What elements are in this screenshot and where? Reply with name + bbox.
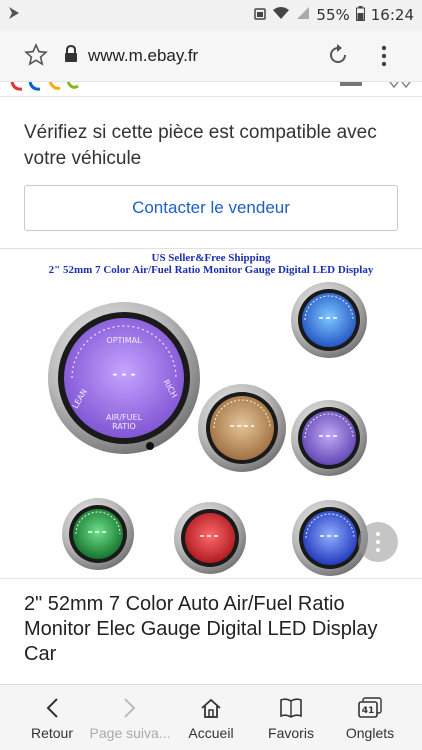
battery-percent: 55%: [316, 6, 350, 24]
nav-forward-label: Page suiva...: [89, 725, 171, 741]
blue-gauge: [291, 282, 367, 358]
wifi-icon: [272, 6, 290, 24]
home-icon: [201, 698, 221, 718]
amber-gauge: [198, 384, 286, 472]
battery-saver-icon: [254, 6, 267, 24]
tab-count: 41: [362, 706, 375, 716]
gauges-illustration: OPTIMAL LEAN RICH - - - AIR/FUEL RATIO: [48, 282, 368, 576]
nav-back-button[interactable]: Retour: [10, 685, 94, 750]
green-gauge: [62, 498, 134, 570]
signal-icon: [296, 6, 310, 24]
notification-icon: [8, 6, 20, 24]
menu-icon[interactable]: [380, 45, 388, 72]
product-title: 2" 52mm 7 Color Auto Air/Fuel Ratio Moni…: [24, 593, 378, 665]
back-arrow-icon: [46, 698, 58, 718]
tabs-icon: 41: [358, 697, 382, 718]
nav-forward-button[interactable]: Page suiva...: [88, 685, 172, 750]
image-more-button[interactable]: [358, 522, 398, 562]
clock: 16:24: [370, 6, 414, 24]
compatibility-text: Vérifiez si cette pièce est compatible a…: [24, 122, 377, 169]
nav-favorites-label: Favoris: [268, 725, 314, 741]
book-icon: [280, 698, 302, 718]
divider: [0, 96, 422, 97]
deep-blue-gauge: [292, 500, 368, 576]
lock-icon: [64, 44, 78, 68]
nav-favorites-button[interactable]: Favoris: [249, 685, 333, 750]
red-gauge: [174, 502, 246, 574]
status-bar: 55% 16:24: [0, 0, 422, 30]
nav-home-label: Accueil: [188, 725, 234, 741]
gauge-optimal-label: OPTIMAL: [106, 336, 142, 345]
bookmark-star-icon[interactable]: [24, 43, 48, 72]
url-text[interactable]: www.m.ebay.fr: [88, 46, 198, 66]
nav-tabs-label: Onglets: [345, 725, 395, 741]
product-image[interactable]: US Seller&Free Shipping 2" 52mm 7 Color …: [24, 250, 398, 578]
gauge-readout: - - -: [112, 367, 135, 381]
address-bar: www.m.ebay.fr: [0, 30, 422, 82]
reload-icon[interactable]: [326, 43, 350, 72]
nav-back-label: Retour: [30, 725, 74, 741]
gauge-airfuel-label: AIR/FUEL: [106, 413, 143, 422]
battery-icon: [355, 5, 365, 25]
gauge-ratio-label: RATIO: [112, 422, 136, 431]
nav-home-button[interactable]: Accueil: [169, 685, 253, 750]
violet-gauge: [291, 400, 367, 476]
forward-arrow-icon: [124, 698, 136, 718]
large-purple-gauge: OPTIMAL LEAN RICH - - - AIR/FUEL RATIO: [48, 302, 200, 454]
ebay-logo[interactable]: [0, 82, 422, 96]
nav-tabs-button[interactable]: 41 Onglets: [328, 685, 412, 750]
contact-seller-button[interactable]: Contacter le vendeur: [24, 185, 398, 231]
bottom-nav: Retour Page suiva... Accueil Favoris 41 …: [0, 684, 422, 750]
divider: [0, 578, 422, 579]
divider: [0, 248, 422, 249]
